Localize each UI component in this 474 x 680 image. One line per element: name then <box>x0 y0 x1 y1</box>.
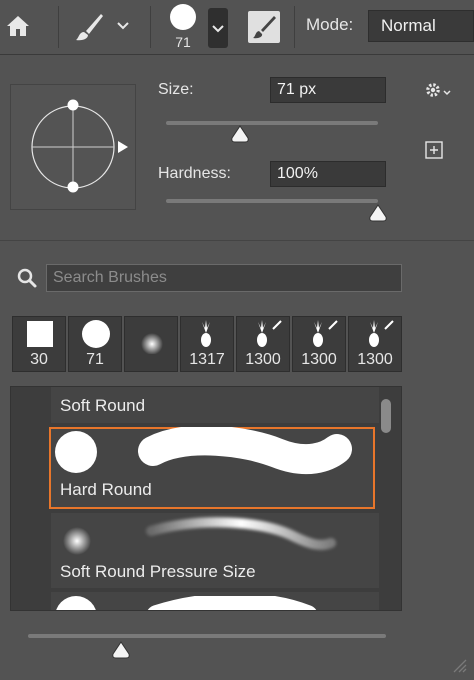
chevron-down-icon <box>212 25 224 33</box>
preset-size-label: 30 <box>30 351 48 368</box>
home-icon <box>7 16 29 36</box>
chevron-down-icon <box>117 22 129 30</box>
hard-round-brush-icon <box>55 431 97 473</box>
scrollbar-thumb[interactable] <box>381 399 391 433</box>
list-item[interactable]: Soft Round Pressure Size <box>51 513 381 588</box>
brush-tool-button[interactable] <box>72 10 106 44</box>
brush-name: Soft Round <box>60 396 146 415</box>
brush-preset-dropdown[interactable] <box>208 8 228 48</box>
mode-select[interactable]: Normal <box>368 10 474 42</box>
preset-brush-4[interactable]: 1300 <box>236 316 290 372</box>
hardness-slider-thumb[interactable] <box>368 203 388 223</box>
recent-brushes: 30 71 1317 1300 1300 1300 <box>12 316 402 372</box>
add-icon <box>425 141 443 159</box>
hardness-field[interactable]: 100% <box>270 161 386 187</box>
stroke-preview-icon <box>146 517 336 550</box>
list-item-selected[interactable]: Hard Round <box>49 427 375 509</box>
size-slider-thumb[interactable] <box>230 124 250 144</box>
brush-list: Soft Round Hard Round Soft Round Pressur… <box>10 386 402 611</box>
brush-angle-preview[interactable] <box>10 84 136 210</box>
brush-size-readout: 71 <box>175 34 191 50</box>
preset-brush-6[interactable]: 1300 <box>348 316 402 372</box>
gear-icon <box>426 83 451 97</box>
list-item[interactable]: Soft Round <box>51 387 381 423</box>
soft-round-brush-icon <box>63 527 91 555</box>
preset-brush-5[interactable]: 1300 <box>292 316 346 372</box>
preview-size-slider-thumb[interactable] <box>111 640 131 660</box>
search-icon <box>16 267 38 289</box>
brush-settings-icon <box>253 16 276 39</box>
list-item[interactable] <box>51 592 381 610</box>
pineapple-brush-icon <box>201 320 211 347</box>
brush-name: Hard Round <box>60 480 152 499</box>
new-preset-button[interactable] <box>424 140 444 160</box>
preset-size-label: 1300 <box>301 351 337 368</box>
stroke-preview-icon <box>138 427 352 475</box>
preset-size-label: 1300 <box>245 351 281 368</box>
brush-name: Soft Round Pressure Size <box>60 562 256 581</box>
size-slider-track[interactable] <box>166 121 378 125</box>
preset-size-label: 71 <box>86 351 104 368</box>
home-button[interactable] <box>4 12 32 40</box>
preset-brush-3[interactable]: 1317 <box>180 316 234 372</box>
brush-settings-button[interactable] <box>248 11 280 43</box>
slider-thumb-icon <box>231 125 249 143</box>
size-field[interactable]: 71 px <box>270 77 386 103</box>
pineapple-brush-icon <box>369 320 394 347</box>
pineapple-brush-icon <box>313 320 338 347</box>
brush-tip-preview <box>31 99 128 193</box>
preset-size-label: 1300 <box>357 351 393 368</box>
options-toolbar: 71 Mode: Normal <box>0 0 474 55</box>
brush-options-menu-button[interactable] <box>424 80 456 100</box>
preview-size-slider-track[interactable] <box>28 634 386 638</box>
resize-grip-icon[interactable] <box>450 656 468 674</box>
hard-round-brush-icon <box>56 596 96 610</box>
soft-round-brush-icon <box>141 333 163 354</box>
hard-round-brush-icon <box>82 320 110 348</box>
slider-thumb-icon <box>369 204 387 222</box>
mode-label: Mode: <box>306 15 354 34</box>
panel-divider <box>0 240 474 241</box>
brush-icon <box>76 14 103 41</box>
preset-brush-1[interactable]: 71 <box>68 316 122 372</box>
hardness-label: Hardness: <box>158 165 231 182</box>
hardness-slider-track[interactable] <box>166 199 378 203</box>
stroke-preview-icon <box>147 596 317 610</box>
pineapple-brush-icon <box>257 320 282 347</box>
slider-thumb-icon <box>112 641 130 659</box>
hard-round-brush-icon <box>170 4 196 30</box>
search-input[interactable]: Search Brushes <box>46 264 402 292</box>
brush-tool-dropdown[interactable] <box>114 16 132 36</box>
preset-brush-2[interactable] <box>124 316 178 372</box>
preset-size-label: 1317 <box>189 351 225 368</box>
square-brush-icon <box>27 321 53 347</box>
preset-brush-0[interactable]: 30 <box>12 316 66 372</box>
size-label: Size: <box>158 81 194 98</box>
